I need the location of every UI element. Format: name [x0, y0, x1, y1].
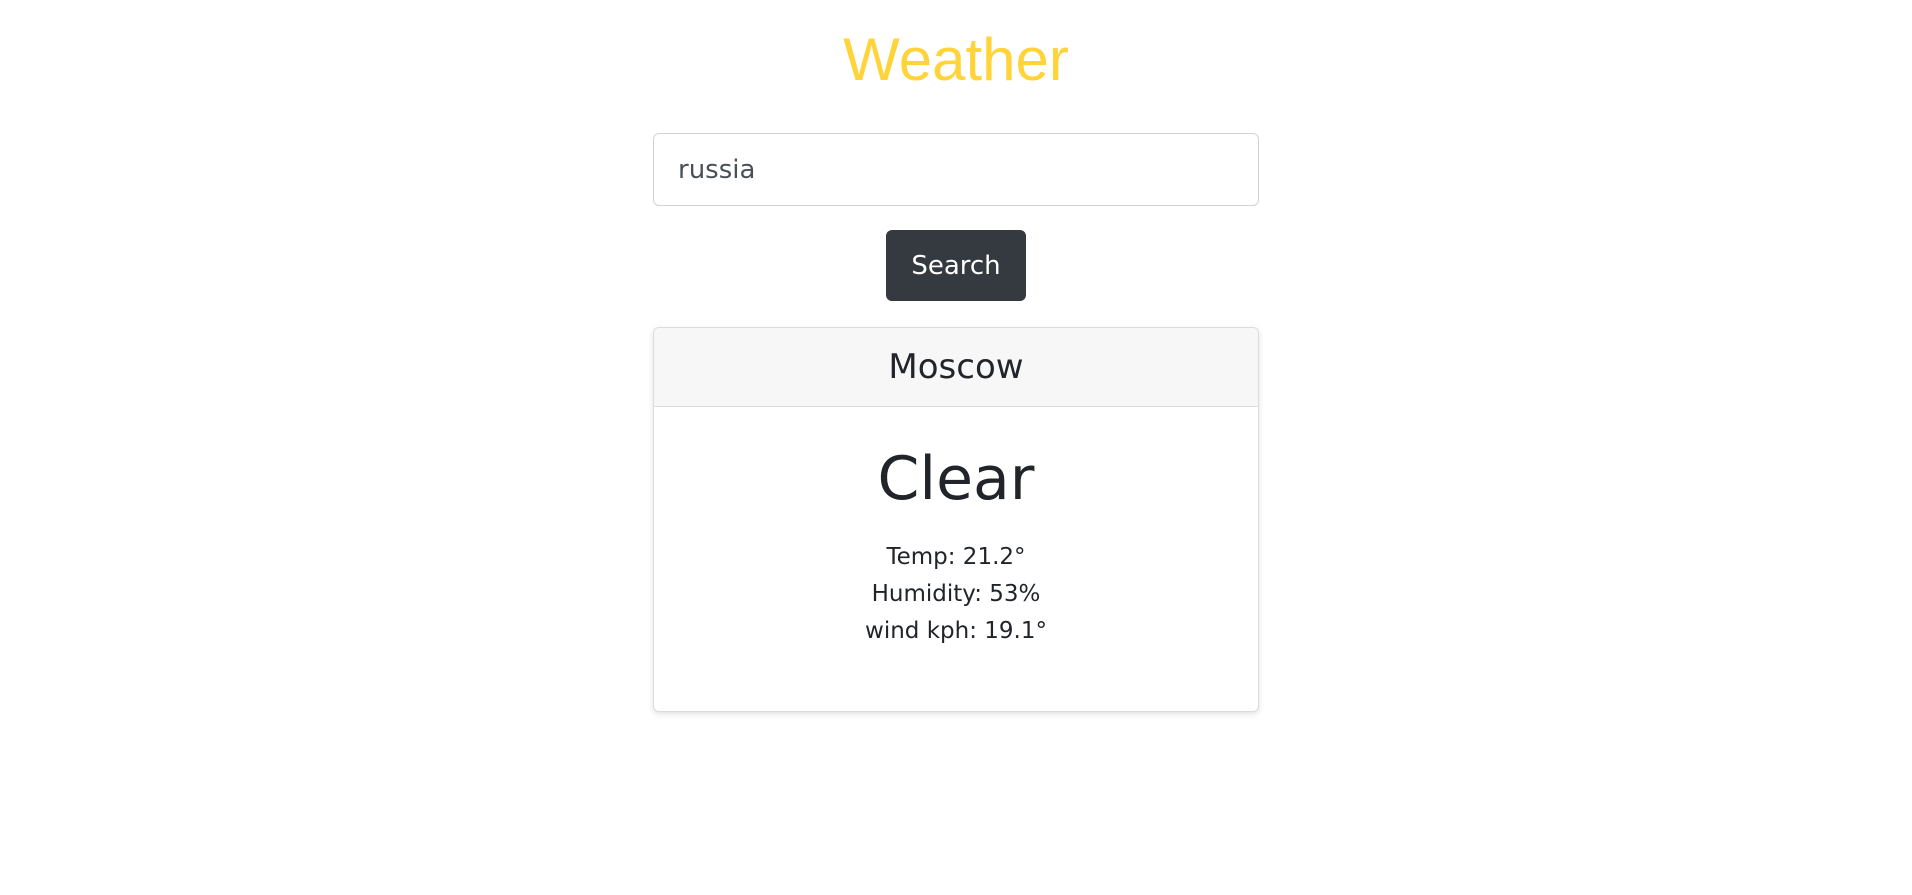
city-name: Moscow — [654, 328, 1258, 407]
wind-text: wind kph: 19.1° — [865, 618, 1047, 644]
search-button[interactable]: Search — [886, 230, 1026, 301]
weather-condition: Clear — [877, 444, 1035, 514]
app-title: Weather — [843, 26, 1069, 93]
temperature-text: Temp: 21.2° — [886, 544, 1026, 570]
humidity-text: Humidity: 53% — [871, 581, 1041, 607]
search-input[interactable] — [653, 133, 1259, 206]
weather-card: Moscow Clear Temp: 21.2° Humidity: 53% w… — [653, 327, 1259, 712]
card-body: Clear Temp: 21.2° Humidity: 53% wind kph… — [654, 407, 1258, 650]
